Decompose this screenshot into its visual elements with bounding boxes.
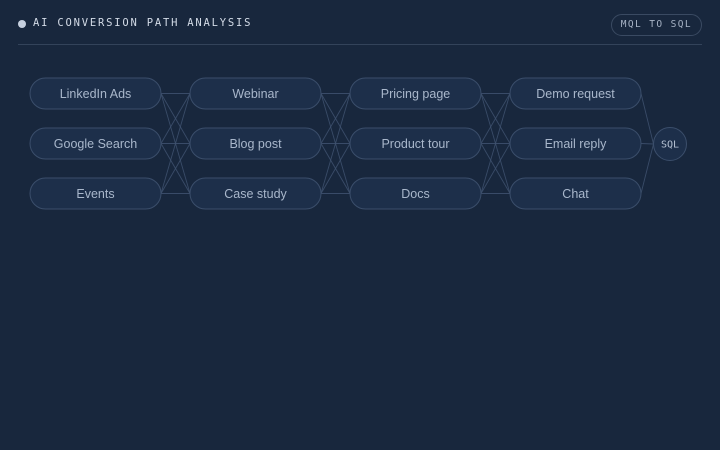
node-label: Case study [224, 187, 287, 201]
node-label: Pricing page [381, 87, 451, 101]
sink-edge [640, 143, 654, 145]
node-label: Email reply [545, 137, 608, 151]
node-demo-request[interactable]: Demo request [509, 77, 642, 110]
page: AI CONVERSION PATH ANALYSIS MQL TO SQL L… [0, 0, 720, 450]
sink-label: SQL [661, 140, 679, 151]
node-label: Webinar [232, 87, 278, 101]
node-events[interactable]: Events [29, 177, 162, 210]
node-linkedin-ads[interactable]: LinkedIn Ads [29, 77, 162, 110]
node-email-reply[interactable]: Email reply [509, 127, 642, 160]
node-product-tour[interactable]: Product tour [349, 127, 482, 160]
node-case-study[interactable]: Case study [189, 177, 322, 210]
node-label: Blog post [229, 137, 282, 151]
node-webinar[interactable]: Webinar [189, 77, 322, 110]
sink-node-sql[interactable]: SQL [653, 127, 687, 161]
sink-edge [640, 143, 654, 194]
conversion-path-diagram: LinkedIn Ads Google Search Events Webinar Bl… [29, 77, 687, 210]
node-label: Product tour [381, 137, 449, 151]
node-pricing-page[interactable]: Pricing page [349, 77, 482, 110]
sink-edge [640, 93, 654, 145]
node-blog-post[interactable]: Blog post [189, 127, 322, 160]
node-google-search[interactable]: Google Search [29, 127, 162, 160]
nodes: LinkedIn Ads Google Search Events Webinar Bl… [29, 77, 687, 210]
node-label: Google Search [54, 137, 137, 151]
node-chat[interactable]: Chat [509, 177, 642, 210]
node-label: Events [76, 187, 114, 201]
node-label: LinkedIn Ads [60, 87, 132, 101]
node-docs[interactable]: Docs [349, 177, 482, 210]
node-label: Demo request [536, 87, 615, 101]
node-label: Chat [562, 187, 589, 201]
node-label: Docs [401, 187, 429, 201]
